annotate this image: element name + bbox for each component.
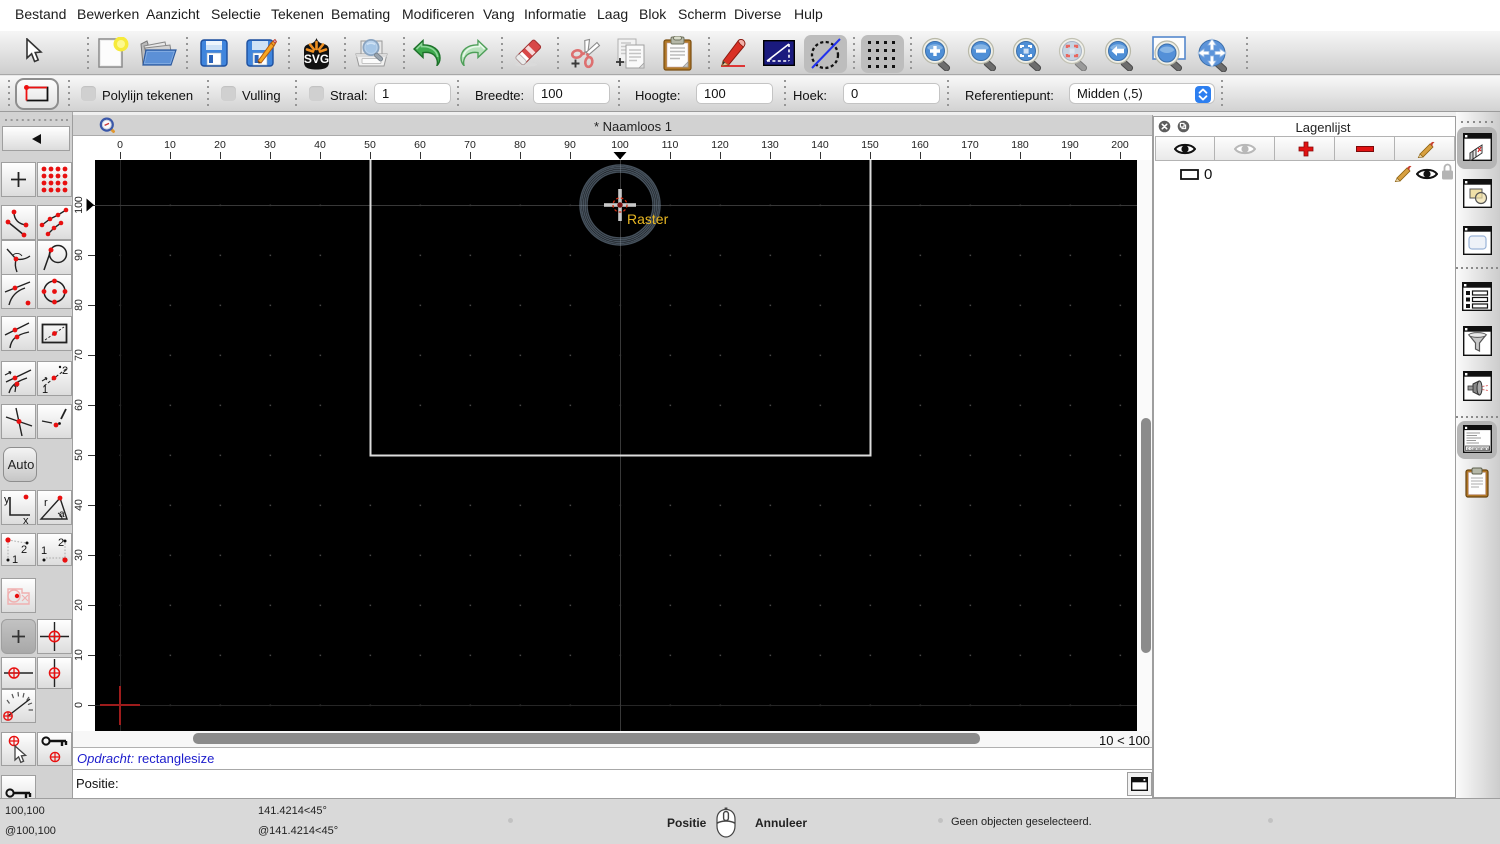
- svg-text:y: y: [4, 494, 10, 506]
- svg-text:1: 1: [12, 554, 18, 565]
- svg-text:60: 60: [73, 399, 85, 411]
- svg-text:2: 2: [21, 544, 27, 556]
- svg-text:110: 110: [662, 139, 679, 151]
- svg-text:40: 40: [314, 139, 326, 151]
- svg-text:r: r: [44, 497, 48, 509]
- svg-text:60: 60: [414, 139, 426, 151]
- svg-text:80: 80: [514, 139, 526, 151]
- svg-text:x: x: [23, 515, 29, 524]
- svg-text:70: 70: [73, 349, 85, 361]
- svg-text:20: 20: [214, 139, 226, 151]
- svg-text:50: 50: [364, 139, 376, 151]
- svg-text:50: 50: [73, 449, 85, 461]
- svg-text:1: 1: [41, 545, 47, 557]
- svg-text:30: 30: [264, 139, 276, 151]
- svg-text:Raster: Raster: [627, 211, 669, 227]
- svg-text:160: 160: [911, 139, 929, 151]
- svg-text:40: 40: [73, 499, 85, 511]
- svg-text:90: 90: [564, 139, 576, 151]
- svg-text:140: 140: [811, 139, 829, 151]
- svg-text:0: 0: [117, 139, 123, 151]
- svg-text:130: 130: [761, 139, 779, 151]
- svg-text:SVG: SVG: [304, 52, 329, 66]
- svg-text:90: 90: [73, 249, 85, 261]
- svg-text:1: 1: [42, 384, 48, 395]
- svg-text:80: 80: [73, 299, 85, 311]
- svg-text:120: 120: [711, 139, 729, 151]
- svg-text:20: 20: [73, 599, 85, 611]
- svg-text:100: 100: [73, 196, 85, 214]
- svg-text:10: 10: [73, 649, 85, 661]
- svg-text:30: 30: [73, 549, 85, 561]
- svg-text:170: 170: [961, 139, 979, 151]
- svg-text:a: a: [59, 509, 65, 520]
- svg-text:2: 2: [62, 365, 68, 377]
- svg-text:100: 100: [611, 139, 629, 151]
- svg-text:c command: c command: [1467, 446, 1491, 451]
- svg-text:190: 190: [1061, 139, 1079, 151]
- svg-text:150: 150: [861, 139, 879, 151]
- svg-text:180: 180: [1011, 139, 1029, 151]
- svg-text:10: 10: [164, 139, 176, 151]
- svg-text:0: 0: [73, 702, 85, 708]
- svg-text:2: 2: [58, 537, 64, 549]
- svg-text:70: 70: [464, 139, 476, 151]
- svg-text:200: 200: [1111, 139, 1129, 151]
